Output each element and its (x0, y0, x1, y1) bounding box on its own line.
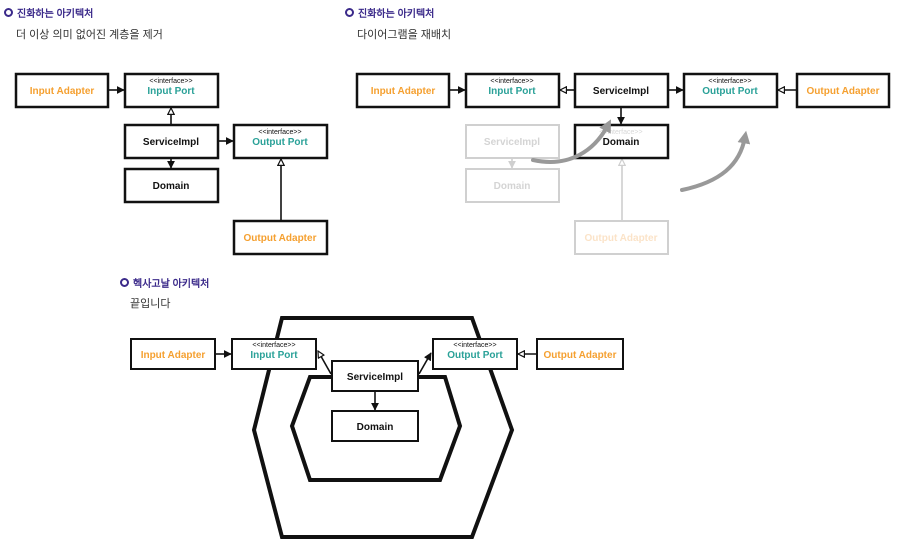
node-output-adapter: Output Adapter (232, 219, 329, 256)
node-label: Output Port (252, 137, 308, 148)
node-label: ServiceImpl (593, 86, 649, 97)
node-output-adapter: Output Adapter (795, 72, 891, 109)
node-input-port: <<interface>> Input Port (464, 72, 561, 109)
node-label: Output Adapter (807, 86, 880, 97)
node-input-port: <<interface>> Input Port (231, 338, 317, 370)
node-label: Input Port (488, 86, 536, 97)
diagram-remove-layers: Input Adapter <<interface>> Input Port S… (14, 72, 329, 256)
node-output-port: <<interface>> Output Port (232, 123, 329, 160)
node-domain: Domain (123, 167, 220, 204)
edge-service-to-output-port (418, 352, 432, 375)
node-domain: Domain (331, 410, 419, 442)
diagram-hexagonal: Input Adapter <<interface>> Input Port S… (130, 316, 624, 539)
node-output-adapter: Output Adapter (536, 338, 624, 370)
node-service-impl: ServiceImpl (331, 360, 419, 392)
interface-stereotype: <<interface>> (258, 129, 301, 136)
node-label: Domain (603, 137, 640, 148)
node-domain: <<interface>> Domain (573, 123, 670, 160)
interface-stereotype: <<interface>> (453, 342, 496, 349)
node-output-port: <<interface>> Output Port (682, 72, 779, 109)
architecture-diagrams: Input Adapter <<interface>> Input Port S… (14, 72, 891, 539)
faded-output-adapter: Output Adapter (574, 220, 669, 255)
faded-service-impl: ServiceImpl (465, 124, 560, 159)
node-label: Domain (357, 422, 394, 433)
node-input-adapter: Input Adapter (130, 338, 216, 370)
node-service-impl: ServiceImpl (123, 123, 220, 160)
node-label: Input Adapter (371, 86, 436, 97)
node-label: Input Port (250, 350, 298, 361)
node-label: ServiceImpl (484, 137, 540, 148)
edge-service-implements-port (317, 351, 332, 375)
node-label: Output Port (702, 86, 758, 97)
interface-stereotype: <<interface>> (490, 78, 533, 85)
interface-stereotype: <<interface>> (149, 78, 192, 85)
node-input-adapter: Input Adapter (355, 72, 451, 109)
node-label: Output Port (447, 350, 503, 361)
node-label: Output Adapter (544, 350, 617, 361)
node-label: Output Adapter (244, 233, 317, 244)
move-arrow-icon (680, 130, 751, 192)
node-output-port: <<interface>> Output Port (432, 338, 518, 370)
diagram-rearranged: ServiceImpl Domain Output Adapter Input … (355, 72, 891, 255)
interface-stereotype: <<interface>> (252, 342, 295, 349)
node-input-adapter: Input Adapter (14, 72, 110, 109)
node-service-impl: ServiceImpl (573, 72, 670, 109)
node-label: ServiceImpl (347, 372, 403, 383)
node-label: Output Adapter (585, 233, 658, 244)
node-label: Input Port (147, 86, 195, 97)
faded-domain: Domain (465, 168, 560, 203)
node-label: Input Adapter (141, 350, 206, 361)
node-label: Domain (494, 181, 531, 192)
node-label: Domain (153, 181, 190, 192)
interface-stereotype: <<interface>> (708, 78, 751, 85)
node-label: Input Adapter (30, 86, 95, 97)
node-input-port: <<interface>> Input Port (123, 72, 220, 109)
node-label: ServiceImpl (143, 137, 199, 148)
